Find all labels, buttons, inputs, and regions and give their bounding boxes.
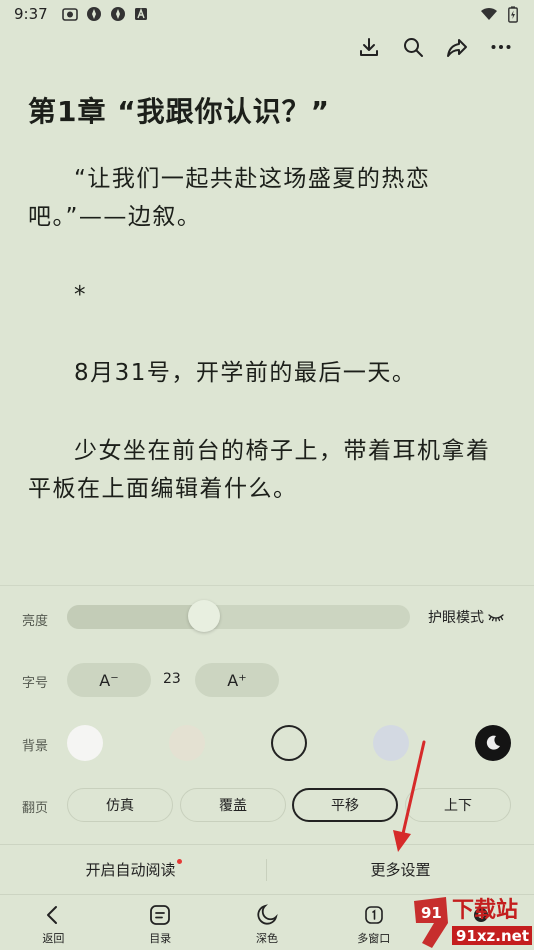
nav-catalog[interactable]: 目录 bbox=[107, 895, 214, 950]
site-watermark: 91 下载站 91xz.net bbox=[412, 893, 534, 950]
paragraph: * bbox=[74, 282, 87, 308]
brightness-fill bbox=[67, 605, 205, 629]
wifi-icon bbox=[481, 7, 497, 20]
nav-label: 返回 bbox=[42, 932, 65, 945]
more-settings-button[interactable]: 更多设置 bbox=[267, 859, 534, 880]
app-notification-icon bbox=[61, 8, 78, 21]
app-notification-icon bbox=[110, 7, 125, 21]
page-turn-simulation[interactable]: 仿真 bbox=[67, 788, 173, 822]
nav-back[interactable]: 返回 bbox=[0, 895, 107, 950]
page-turn-slide[interactable]: 平移 bbox=[292, 788, 398, 822]
page-turn-cover[interactable]: 覆盖 bbox=[180, 788, 286, 822]
eye-mode-label: 护眼模式 bbox=[428, 610, 484, 626]
font-size-label: 字号 bbox=[22, 676, 49, 691]
multi-window-icon bbox=[362, 903, 386, 927]
eye-closed-icon bbox=[488, 614, 504, 622]
background-label: 背景 bbox=[22, 739, 49, 754]
font-size-value: 23 bbox=[163, 671, 181, 687]
back-arrow-icon bbox=[41, 903, 65, 927]
brightness-slider[interactable] bbox=[67, 605, 410, 629]
moon-icon bbox=[486, 735, 500, 750]
paragraph: 少女坐在前台的椅子上，带着耳机拿着平板在上面编辑着什么。 bbox=[28, 438, 491, 502]
background-swatch-white[interactable] bbox=[67, 725, 103, 761]
font-increase-button[interactable]: A⁺ bbox=[195, 663, 279, 697]
auto-read-label: 开启自动阅读 bbox=[85, 861, 176, 879]
more-settings-label: 更多设置 bbox=[370, 861, 431, 879]
background-swatch-green[interactable] bbox=[271, 725, 307, 761]
font-decrease-button[interactable]: A⁻ bbox=[67, 663, 151, 697]
app-notification-icon bbox=[134, 8, 147, 20]
nav-dark-mode[interactable]: 深色 bbox=[214, 895, 321, 950]
page-turn-label: 翻页 bbox=[22, 801, 49, 816]
battery-charging-icon bbox=[508, 5, 518, 23]
background-swatch-dark[interactable] bbox=[475, 725, 511, 761]
system-icons bbox=[480, 5, 518, 23]
new-badge-dot bbox=[176, 859, 182, 864]
chapter-title: 第1章 “我跟你认识？” bbox=[28, 95, 331, 128]
paragraph: “让我们一起共赴这场盛夏的热恋吧。”——边叙。 bbox=[28, 166, 431, 230]
watermark-mark: 91 bbox=[421, 904, 442, 922]
eye-protection-toggle[interactable]: 护眼模式 bbox=[428, 607, 504, 627]
status-bar: 9:37 bbox=[0, 0, 534, 28]
paragraph: 8月31号，开学前的最后一天。 bbox=[74, 360, 417, 386]
catalog-icon bbox=[148, 903, 172, 927]
reader-content: “让我们一起共赴这场盛夏的热恋吧。”——边叙。 * 8月31号，开学前的最后一天… bbox=[28, 160, 514, 548]
watermark-brand: 下载站 bbox=[452, 897, 518, 923]
search-icon[interactable] bbox=[402, 36, 424, 58]
nav-label: 目录 bbox=[149, 932, 172, 945]
panel-actions: 开启自动阅读 更多设置 bbox=[0, 844, 534, 894]
background-swatch-blue[interactable] bbox=[373, 725, 409, 761]
brightness-slider-thumb[interactable] bbox=[188, 600, 221, 632]
watermark-site: 91xz.net bbox=[456, 927, 529, 945]
moon-icon bbox=[255, 903, 279, 927]
status-time: 9:37 bbox=[14, 5, 48, 23]
background-swatch-beige[interactable] bbox=[169, 725, 205, 761]
notification-icons bbox=[61, 6, 148, 22]
brightness-label: 亮度 bbox=[22, 614, 49, 629]
download-icon[interactable] bbox=[358, 36, 380, 58]
nav-label: 深色 bbox=[255, 932, 278, 945]
page-turn-vertical[interactable]: 上下 bbox=[405, 788, 511, 822]
more-options-icon[interactable] bbox=[490, 36, 512, 58]
nav-label: 多窗口 bbox=[357, 932, 391, 945]
auto-read-button[interactable]: 开启自动阅读 bbox=[0, 859, 267, 880]
share-icon[interactable] bbox=[446, 36, 468, 58]
reader-toolbar bbox=[358, 36, 512, 58]
app-notification-icon bbox=[86, 7, 101, 21]
